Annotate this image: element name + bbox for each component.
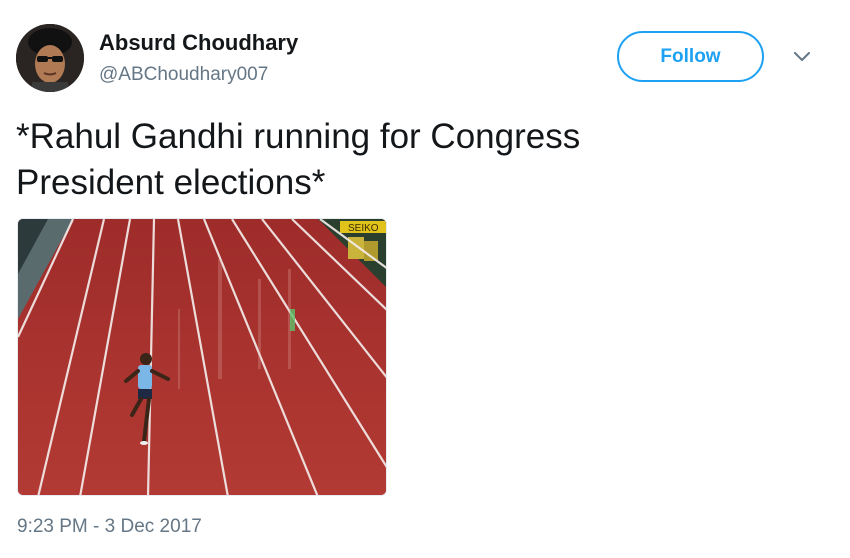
tweet-card: Absurd Choudhary @ABChoudhary007 Follow …	[0, 0, 850, 558]
follow-button[interactable]: Follow	[617, 31, 764, 82]
photo-running-track: SEIKO	[18, 219, 386, 495]
avatar[interactable]	[16, 24, 84, 92]
tweet-text-line: President elections*	[16, 163, 326, 202]
seiko-sign-text: SEIKO	[348, 223, 379, 234]
tweet-text-line: *Rahul Gandhi running for Congress	[16, 117, 581, 156]
user-handle[interactable]: @ABChoudhary007	[99, 64, 268, 86]
tweet-text: *Rahul Gandhi running for Congress Presi…	[16, 114, 816, 206]
chevron-down-icon[interactable]	[791, 47, 813, 67]
user-display-name[interactable]: Absurd Choudhary	[99, 30, 298, 56]
tweet-timestamp[interactable]: 9:23 PM - 3 Dec 2017	[17, 516, 202, 538]
avatar-image	[16, 24, 84, 92]
tweet-photo[interactable]: SEIKO	[17, 218, 387, 496]
